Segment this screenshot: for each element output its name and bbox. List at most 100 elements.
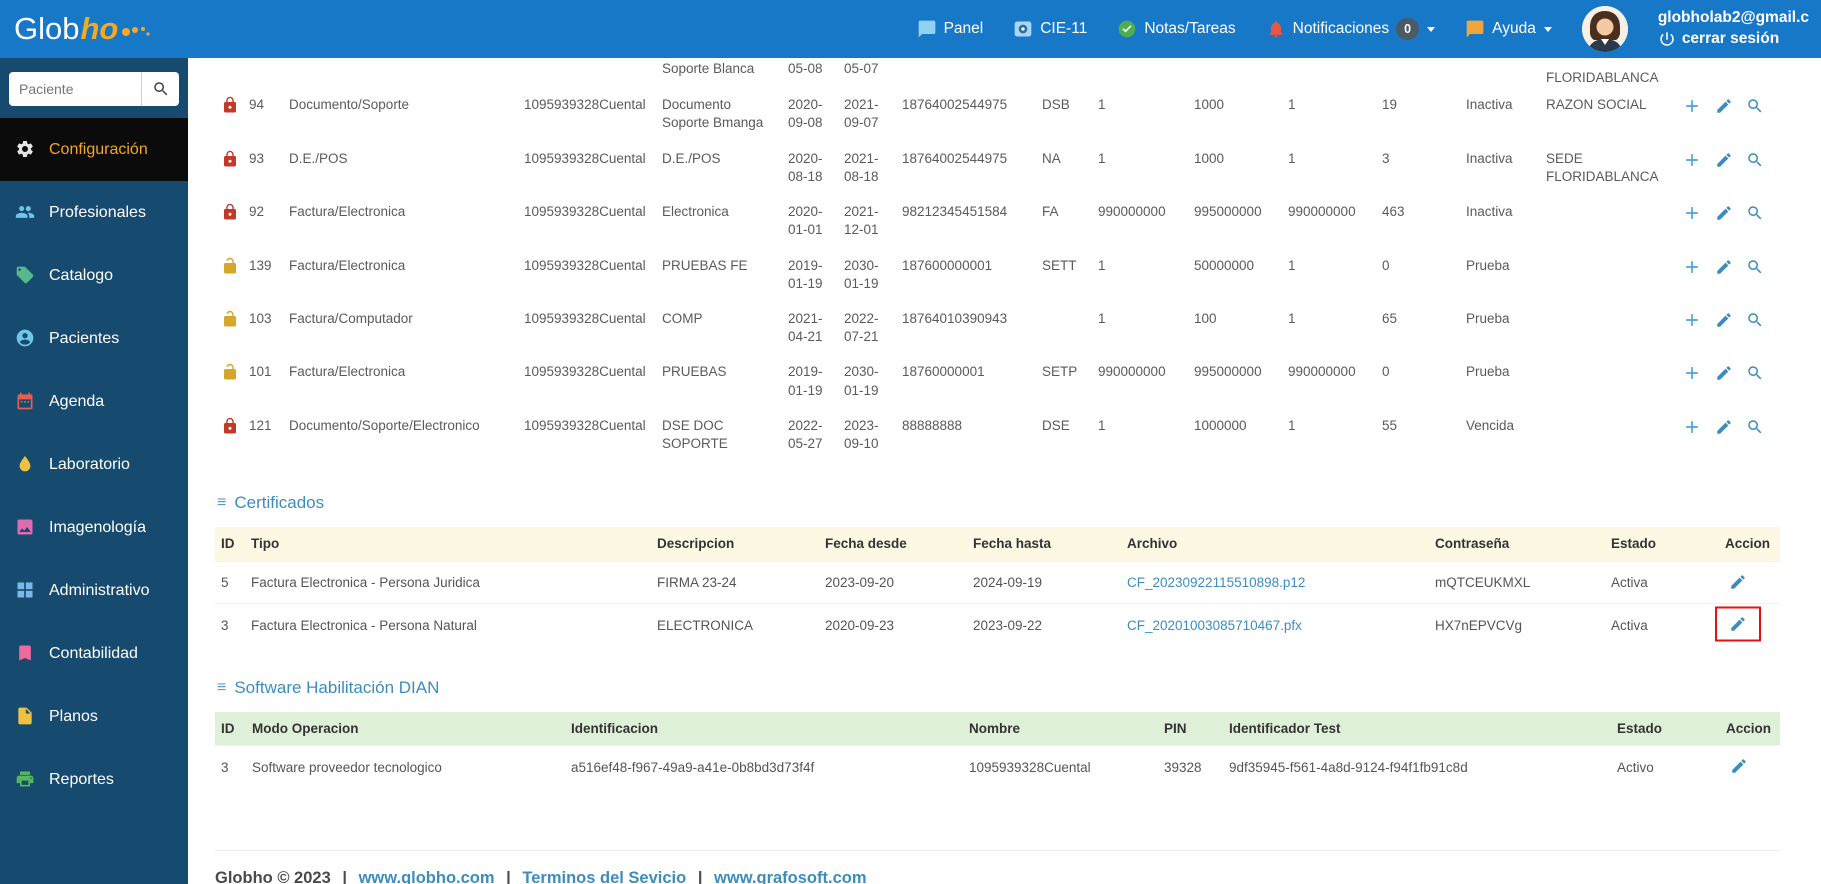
nav-ayuda[interactable]: Ayuda xyxy=(1465,19,1552,39)
cell-tipo: Documento/Soporte xyxy=(289,97,410,113)
view-button[interactable] xyxy=(1746,418,1764,436)
view-button[interactable] xyxy=(1746,364,1764,382)
col-header: Identificador Test xyxy=(1229,711,1617,746)
cell-n3: 1 xyxy=(1288,150,1296,166)
sidebar-item-administrativo[interactable]: Administrativo xyxy=(0,559,188,622)
add-button[interactable] xyxy=(1682,203,1702,223)
cell-identificador-test: 9df35945-f561-4a8d-9124-f94f1fb91c8d xyxy=(1229,745,1617,789)
edit-button[interactable] xyxy=(1725,571,1751,593)
certificate-file-link[interactable]: CF_20201003085710467.pfx xyxy=(1127,618,1302,633)
nav-cie11[interactable]: CIE-11 xyxy=(1013,19,1087,39)
add-button[interactable] xyxy=(1682,417,1702,437)
sidebar-item-label: Agenda xyxy=(49,392,105,410)
closed-lock-icon[interactable] xyxy=(221,96,239,114)
image-icon xyxy=(15,517,37,539)
cell-n2: 50000000 xyxy=(1194,257,1255,273)
add-button[interactable] xyxy=(1682,150,1702,170)
cell-prefijo: SETT xyxy=(1042,257,1077,273)
add-button[interactable] xyxy=(1682,96,1702,116)
sidebar-item-label: Pacientes xyxy=(49,329,120,347)
date-part: 2023- xyxy=(844,417,879,433)
cell-modo-operacion: Software proveedor tecnologico xyxy=(252,745,571,789)
edit-button[interactable] xyxy=(1715,204,1733,222)
edit-button[interactable] xyxy=(1715,311,1733,329)
cell-fecha-hasta: 2030- 01-19 xyxy=(844,248,902,301)
open-lock-icon[interactable] xyxy=(221,257,239,275)
nav-notas-tareas[interactable]: Notas/Tareas xyxy=(1117,19,1236,39)
cell-id xyxy=(249,58,289,87)
edit-button[interactable] xyxy=(1715,151,1733,169)
search-button[interactable] xyxy=(141,72,179,106)
footer-link-globho[interactable]: www.globho.com xyxy=(359,869,495,884)
footer-divider xyxy=(215,850,1780,852)
resolution-row: 101 Factura/Electronica 1095939328Cuenta… xyxy=(215,354,1780,407)
cell-resolucion: 18760000001 xyxy=(902,364,985,380)
logout-button[interactable]: cerrar sesión xyxy=(1658,29,1809,50)
nav-notificaciones-label: Notificaciones xyxy=(1292,20,1390,37)
avatar[interactable] xyxy=(1581,6,1628,52)
footer-link-grafosoft[interactable]: www.grafosoft.com xyxy=(714,869,866,884)
search-input[interactable] xyxy=(9,72,141,106)
sidebar-item-catalogo[interactable]: Catalogo xyxy=(0,244,188,307)
view-button[interactable] xyxy=(1746,204,1764,222)
nav-notificaciones[interactable]: Notificaciones 0 xyxy=(1266,18,1436,40)
cell-n1 xyxy=(1098,58,1194,87)
cell-tipo xyxy=(289,58,524,87)
open-lock-icon[interactable] xyxy=(221,310,239,328)
col-header: Fecha desde xyxy=(825,527,973,562)
add-button[interactable] xyxy=(1682,257,1702,277)
cell-n4: 55 xyxy=(1382,417,1398,433)
edit-button[interactable] xyxy=(1715,97,1733,115)
view-button[interactable] xyxy=(1746,97,1764,115)
cell-lock xyxy=(215,408,249,461)
cell-id: 3 xyxy=(215,745,252,789)
sidebar-item-profesionales[interactable]: Profesionales xyxy=(0,181,188,244)
col-header: Modo Operacion xyxy=(252,711,571,746)
nav-panel[interactable]: Panel xyxy=(917,19,983,39)
edit-button[interactable] xyxy=(1715,364,1733,382)
closed-lock-icon[interactable] xyxy=(221,417,239,435)
closed-lock-icon[interactable] xyxy=(221,203,239,221)
date-part: 01-19 xyxy=(844,275,879,291)
cell-actions xyxy=(1668,408,1780,461)
cell-accion xyxy=(1726,745,1780,789)
sidebar-item-configuracion[interactable]: Configuración xyxy=(0,118,188,181)
cell-sede xyxy=(1546,194,1668,247)
add-button[interactable] xyxy=(1682,363,1702,383)
date-part: 2020- xyxy=(788,204,823,220)
cell-estado: Inactiva xyxy=(1466,204,1513,220)
view-button[interactable] xyxy=(1746,258,1764,276)
date-part: 2021- xyxy=(788,310,823,326)
view-button[interactable] xyxy=(1746,311,1764,329)
cell-fecha-hasta: 2023- 09-10 xyxy=(844,408,902,461)
edit-button[interactable] xyxy=(1726,755,1752,777)
col-header: ID xyxy=(215,527,251,562)
edit-button[interactable] xyxy=(1715,258,1733,276)
edit-button[interactable] xyxy=(1715,418,1733,436)
sidebar-item-imagenologia[interactable]: Imagenología xyxy=(0,496,188,559)
cell-n1: 1 xyxy=(1098,417,1106,433)
sidebar-item-pacientes[interactable]: Pacientes xyxy=(0,307,188,370)
resolution-row: 121 Documento/Soporte/Electronico 109593… xyxy=(215,408,1780,461)
add-button[interactable] xyxy=(1682,310,1702,330)
cell-cuenta: 1095939328Cuental xyxy=(524,364,646,380)
sidebar-item-planos[interactable]: Planos xyxy=(0,685,188,748)
sidebar-item-reportes[interactable]: Reportes xyxy=(0,748,188,811)
edit-button[interactable] xyxy=(1715,606,1761,642)
cell-desc: PRUEBAS xyxy=(662,364,727,380)
sidebar-item-contabilidad[interactable]: Contabilidad xyxy=(0,622,188,685)
cell-cuenta: 1095939328Cuental xyxy=(524,150,646,166)
cell-desc: PRUEBAS FE xyxy=(662,257,748,273)
sidebar-item-laboratorio[interactable]: Laboratorio xyxy=(0,433,188,496)
sidebar-item-agenda[interactable]: Agenda xyxy=(0,370,188,433)
certificate-file-link[interactable]: CF_20230922115510898.p12 xyxy=(1127,575,1305,590)
view-button[interactable] xyxy=(1746,151,1764,169)
section-title-label: Software Habilitación DIAN xyxy=(234,677,440,697)
footer-link-terminos[interactable]: Terminos del Sevicio xyxy=(522,869,686,884)
brand-logo[interactable]: Glob ho xyxy=(0,11,188,47)
closed-lock-icon[interactable] xyxy=(221,150,239,168)
footer: Globho © 2023 | www.globho.com | Termino… xyxy=(215,869,1794,884)
cell-fecha-desde: 2020- 09-08 xyxy=(788,87,844,140)
cell-n4: 463 xyxy=(1382,204,1405,220)
open-lock-icon[interactable] xyxy=(221,363,239,381)
